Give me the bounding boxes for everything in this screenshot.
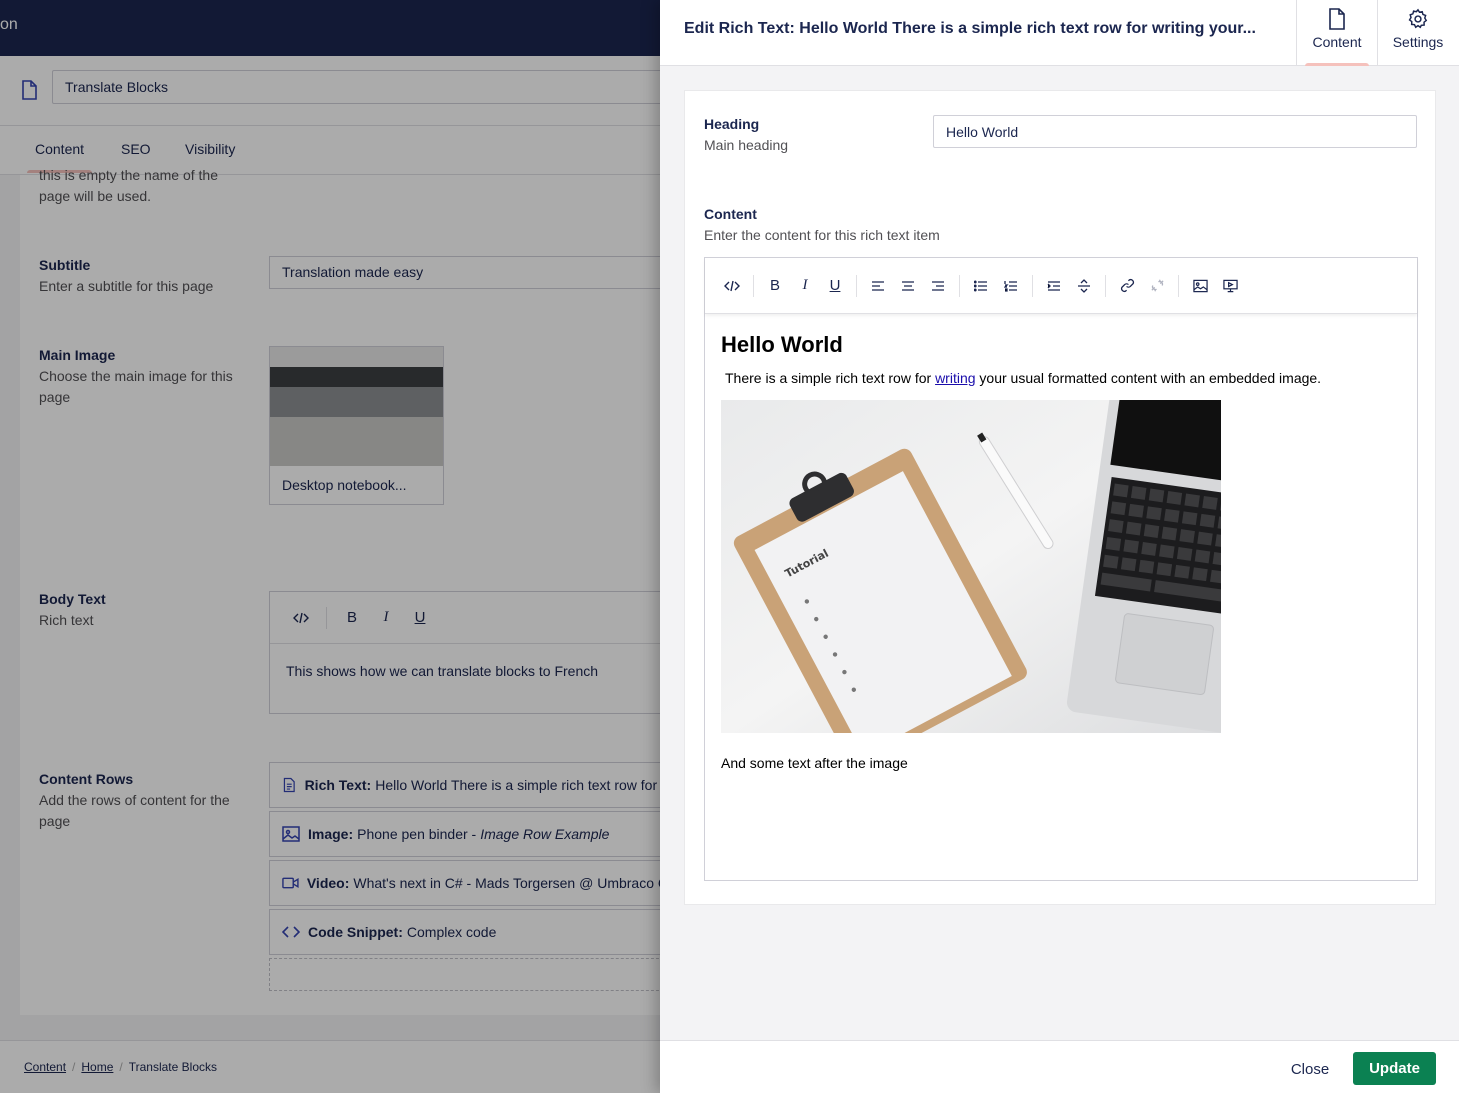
rte-heading: Hello World — [721, 332, 843, 357]
document-icon — [1329, 8, 1345, 30]
heading-description: Main heading — [704, 137, 789, 153]
toolbar-separator — [959, 274, 960, 297]
gear-icon — [1408, 8, 1428, 29]
tab-content[interactable]: Content — [1296, 0, 1377, 66]
content-label: Content — [704, 206, 757, 222]
toolbar-separator — [1105, 274, 1106, 297]
rte-paragraph: There is a simple rich text row for writ… — [721, 370, 1401, 386]
panel-footer: Close Update — [660, 1040, 1459, 1093]
source-code-icon[interactable] — [717, 271, 747, 301]
panel-content-card: Heading Main heading Content Enter the c… — [684, 90, 1436, 905]
rich-text-toolbar: B I U — [705, 258, 1417, 314]
tab-settings[interactable]: Settings — [1377, 0, 1458, 66]
bold-icon[interactable]: B — [760, 271, 790, 301]
rte-text-after-image: And some text after the image — [721, 755, 908, 771]
rich-text-body[interactable]: Hello World There is a simple rich text … — [705, 314, 1417, 785]
update-button[interactable]: Update — [1353, 1052, 1436, 1085]
unlink-icon[interactable] — [1142, 271, 1172, 301]
rich-text-editor[interactable]: B I U Hello World There is a simple rich… — [704, 257, 1418, 881]
clipboard-laptop-photo: Tutorial — [721, 400, 1221, 733]
toolbar-separator — [753, 274, 754, 297]
italic-icon[interactable]: I — [790, 271, 820, 301]
edit-rich-text-panel: Edit Rich Text: Hello World There is a s… — [660, 0, 1459, 1093]
tab-settings-label: Settings — [1392, 34, 1444, 50]
align-center-icon[interactable] — [893, 271, 923, 301]
link-icon[interactable] — [1112, 271, 1142, 301]
bullet-list-icon[interactable] — [966, 271, 996, 301]
heading-label: Heading — [704, 116, 760, 132]
toolbar-separator — [856, 274, 857, 297]
toolbar-separator — [1032, 274, 1033, 297]
align-right-icon[interactable] — [923, 271, 953, 301]
panel-header: Edit Rich Text: Hello World There is a s… — [660, 0, 1459, 66]
heading-input[interactable] — [933, 115, 1417, 148]
close-button[interactable]: Close — [1280, 1053, 1340, 1086]
numbered-list-icon[interactable] — [996, 271, 1026, 301]
rte-paragraph-start: There is a simple rich text row for — [725, 370, 936, 386]
insert-media-icon[interactable] — [1215, 271, 1245, 301]
toolbar-separator — [1178, 274, 1179, 297]
modal-backdrop[interactable] — [0, 0, 660, 1093]
tab-content-label: Content — [1312, 34, 1362, 50]
panel-title: Edit Rich Text: Hello World There is a s… — [684, 20, 1256, 37]
rte-paragraph-end: your usual formatted content with an emb… — [975, 370, 1322, 386]
align-left-icon[interactable] — [863, 271, 893, 301]
rte-link[interactable]: writing — [935, 370, 975, 386]
content-description: Enter the content for this rich text ite… — [704, 227, 940, 243]
insert-image-icon[interactable] — [1185, 271, 1215, 301]
horizontal-rule-icon[interactable] — [1069, 271, 1099, 301]
rte-embedded-image[interactable]: Tutorial — [721, 400, 1221, 733]
indent-icon[interactable] — [1039, 271, 1069, 301]
underline-icon[interactable]: U — [820, 271, 850, 301]
